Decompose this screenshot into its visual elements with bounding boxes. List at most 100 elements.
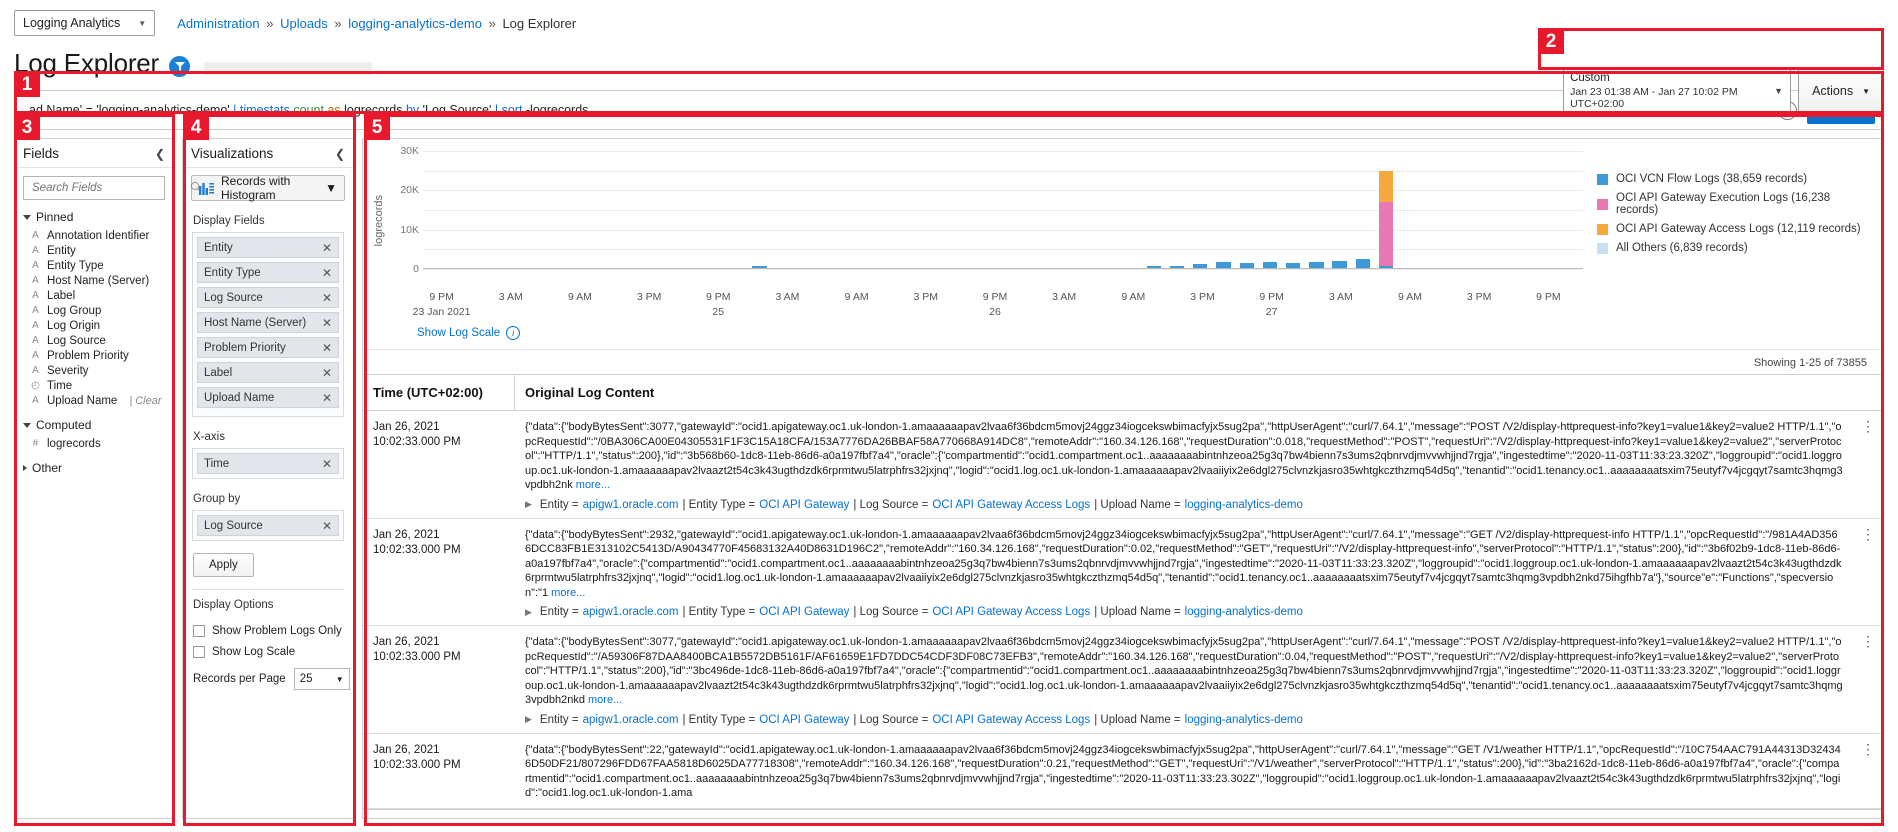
meta-entity-value[interactable]: apigw1.oracle.com [583,714,679,726]
chart-bar-slot[interactable] [1305,262,1328,268]
chart-bar-slot[interactable] [1282,263,1305,268]
app-selector[interactable]: Logging Analytics ▼ [14,10,155,36]
chart-bar-slot[interactable] [1351,259,1374,268]
meta-entity-type-value[interactable]: OCI API Gateway [759,499,849,511]
display-field-upload-name[interactable]: Upload Name✕ [197,387,339,408]
display-field-label[interactable]: Label✕ [197,362,339,383]
field-item-log-source[interactable]: ALog Source [15,333,173,348]
actions-button[interactable]: Actions ▼ [1798,68,1884,114]
chart-bar-slot[interactable] [1142,266,1165,268]
chart-bar-slot[interactable] [1212,262,1235,268]
option-show-log-scale[interactable]: Show Log Scale [193,646,353,658]
query-input[interactable]: ad Name' = 'logging-analytics-demo' | ti… [29,103,1744,117]
close-icon[interactable]: ✕ [322,519,332,533]
row-menu-button[interactable]: ⋮ [1853,734,1883,808]
chevron-left-icon[interactable]: ❮ [155,147,165,161]
chevron-left-icon[interactable]: ❮ [335,147,345,161]
field-item-problem-priority[interactable]: AProblem Priority [15,348,173,363]
display-field-entity-type[interactable]: Entity Type✕ [197,262,339,283]
close-icon[interactable]: ✕ [322,291,332,305]
column-header-content[interactable]: Original Log Content [515,375,1853,410]
chart-bar-slot[interactable] [1235,263,1258,269]
field-item-entity[interactable]: AEntity [15,243,173,258]
field-item-upload-name[interactable]: AUpload Name| Clear [15,393,173,408]
records-per-page-select[interactable]: 25 ▼ [294,668,350,690]
meta-log-source-value[interactable]: OCI API Gateway Access Logs [932,714,1090,726]
legend-item[interactable]: OCI API Gateway Access Logs (12,119 reco… [1597,223,1873,235]
meta-upload-name-value[interactable]: logging-analytics-demo [1185,606,1303,618]
display-field-host-name-server-[interactable]: Host Name (Server)✕ [197,312,339,333]
meta-entity-type-value[interactable]: OCI API Gateway [759,714,849,726]
legend-item[interactable]: OCI API Gateway Execution Logs (16,238 r… [1597,192,1873,216]
table-row[interactable]: Jan 26, 2021 10:02:33.000 PM{"data":{"bo… [363,411,1883,519]
column-header-time[interactable]: Time (UTC+02:00) [363,375,515,410]
info-icon[interactable]: i [506,326,520,340]
meta-entity-type-value[interactable]: OCI API Gateway [759,606,849,618]
close-icon[interactable]: ✕ [322,241,332,255]
option-show-problem-logs-only[interactable]: Show Problem Logs Only [193,625,353,637]
close-icon[interactable]: ✕ [322,391,332,405]
close-icon[interactable]: ✕ [322,366,332,380]
field-item-logrecords[interactable]: #logrecords [15,436,173,451]
display-field-problem-priority[interactable]: Problem Priority✕ [197,337,339,358]
chart-bar-slot[interactable] [748,266,771,268]
meta-entity-value[interactable]: apigw1.oracle.com [583,499,679,511]
chart-bar-slot[interactable] [1189,264,1212,268]
checkbox[interactable] [193,625,205,637]
row-menu-button[interactable]: ⋮ [1853,626,1883,733]
close-icon[interactable]: ✕ [322,341,332,355]
row-menu-button[interactable]: ⋮ [1853,411,1883,518]
fields-search[interactable] [23,176,165,200]
legend-item[interactable]: OCI VCN Flow Logs (38,659 records) [1597,173,1873,185]
display-field-log-source[interactable]: Log Source✕ [197,287,339,308]
close-icon[interactable]: ✕ [322,266,332,280]
chevron-right-icon[interactable]: ▶ [525,714,532,725]
apply-button[interactable]: Apply [193,553,254,577]
field-item-log-group[interactable]: ALog Group [15,303,173,318]
table-row[interactable]: Jan 26, 2021 10:02:33.000 PM{"data":{"bo… [363,519,1883,627]
field-item-entity-type[interactable]: AEntity Type [15,258,173,273]
fields-group-computed[interactable]: Computed [23,418,173,432]
breadcrumb-demo[interactable]: logging-analytics-demo [348,16,482,31]
field-item-severity[interactable]: ASeverity [15,363,173,378]
xaxis-field-time[interactable]: Time✕ [197,453,339,474]
meta-log-source-value[interactable]: OCI API Gateway Access Logs [932,499,1090,511]
breadcrumb-uploads[interactable]: Uploads [280,16,328,31]
chart-bar-slot[interactable] [1258,262,1281,268]
close-icon[interactable]: ✕ [322,457,332,471]
more-link[interactable]: more... [573,479,610,491]
fields-group-other[interactable]: Other [23,461,173,475]
field-item-label[interactable]: ALabel [15,288,173,303]
clear-link[interactable]: | Clear [129,395,161,407]
chart-bar-slot[interactable] [1328,261,1351,268]
checkbox[interactable] [193,646,205,658]
meta-upload-name-value[interactable]: logging-analytics-demo [1185,714,1303,726]
table-row[interactable]: Jan 26, 2021 10:02:33.000 PM{"data":{"bo… [363,626,1883,734]
field-item-log-origin[interactable]: ALog Origin [15,318,173,333]
fields-group-pinned[interactable]: Pinned [23,210,173,224]
row-menu-button[interactable]: ⋮ [1853,519,1883,626]
more-link[interactable]: more... [548,587,585,599]
breadcrumb-administration[interactable]: Administration [177,16,259,31]
close-icon[interactable]: ✕ [322,316,332,330]
field-item-host-name-server-[interactable]: AHost Name (Server) [15,273,173,288]
show-log-scale-link[interactable]: Show Log Scale i [417,326,1883,340]
table-row[interactable]: Jan 26, 2021 10:02:33.000 PM{"data":{"bo… [363,734,1883,809]
display-field-entity[interactable]: Entity✕ [197,237,339,258]
filter-icon[interactable] [169,56,190,77]
groupby-field-log-source[interactable]: Log Source✕ [197,515,339,536]
field-item-time[interactable]: ◴Time [15,378,173,393]
meta-upload-name-value[interactable]: logging-analytics-demo [1185,499,1303,511]
chevron-right-icon[interactable]: ▶ [525,499,532,510]
chart-bar-slot[interactable] [1374,171,1397,268]
field-item-annotation-identifier[interactable]: AAnnotation Identifier [15,228,173,243]
meta-entity-value[interactable]: apigw1.oracle.com [583,606,679,618]
legend-item[interactable]: All Others (6,839 records) [1597,242,1873,254]
meta-log-source-value[interactable]: OCI API Gateway Access Logs [932,606,1090,618]
time-range-picker[interactable]: Custom Jan 23 01:38 AM - Jan 27 10:02 PM… [1563,68,1791,114]
search-input[interactable] [30,181,190,195]
more-link[interactable]: more... [585,694,622,706]
viz-type-selector[interactable]: Records with Histogram ▼ [191,175,345,201]
chevron-right-icon[interactable]: ▶ [525,607,532,618]
chart-bar-slot[interactable] [1166,266,1189,268]
